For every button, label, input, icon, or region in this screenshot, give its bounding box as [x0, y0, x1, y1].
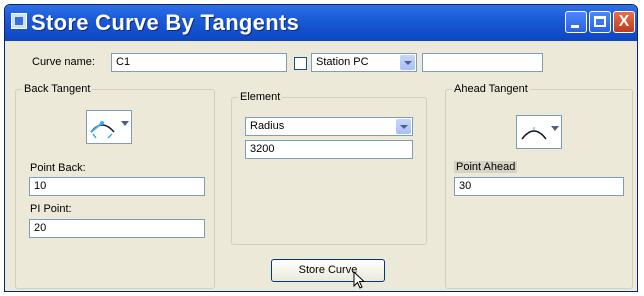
point-back-input[interactable]: 10 — [29, 177, 205, 196]
element-value-input[interactable]: 3200 — [245, 140, 413, 159]
store-curve-button[interactable]: Store Curve — [271, 259, 385, 282]
mouse-cursor-icon — [353, 271, 366, 289]
app-icon — [11, 13, 27, 29]
back-curve-type-button[interactable] — [86, 110, 132, 144]
pi-point-input[interactable]: 20 — [29, 219, 205, 238]
store-curve-dialog: Store Curve By Tangents X Curve name: C1… — [4, 4, 638, 292]
maximize-icon — [594, 16, 606, 27]
chevron-down-icon — [551, 126, 559, 131]
station-checkbox[interactable] — [294, 57, 307, 70]
title-bar[interactable]: Store Curve By Tangents X — [5, 5, 637, 41]
element-title: Element — [238, 91, 283, 103]
close-button[interactable]: X — [613, 11, 635, 33]
window-title: Store Curve By Tangents — [31, 10, 300, 35]
minimize-icon — [571, 25, 579, 28]
minimize-button[interactable] — [565, 11, 587, 33]
chevron-down-icon — [396, 119, 411, 134]
maximize-button[interactable] — [589, 11, 611, 33]
chevron-down-icon — [400, 55, 415, 70]
station-type-select[interactable]: Station PC — [311, 53, 417, 72]
element-type-value: Radius — [250, 120, 285, 132]
curve-name-label: Curve name: — [32, 56, 95, 68]
element-type-select[interactable]: Radius — [245, 117, 413, 136]
ahead-curve-type-button[interactable] — [516, 115, 562, 149]
ahead-tangent-title: Ahead Tangent — [452, 83, 530, 95]
curve-tangent-icon — [90, 121, 115, 139]
chevron-down-icon — [121, 121, 129, 126]
point-ahead-input[interactable]: 30 — [454, 177, 624, 196]
point-back-label: Point Back: — [30, 162, 86, 174]
curve-tangent-icon — [521, 127, 547, 140]
station-type-value: Station PC — [316, 56, 369, 68]
pi-point-label: PI Point: — [30, 203, 72, 215]
station-value-input[interactable] — [422, 53, 543, 72]
curve-name-input[interactable]: C1 — [111, 53, 287, 72]
close-icon: X — [618, 13, 630, 30]
back-tangent-title: Back Tangent — [22, 83, 93, 95]
point-ahead-label: Point Ahead — [454, 161, 518, 173]
